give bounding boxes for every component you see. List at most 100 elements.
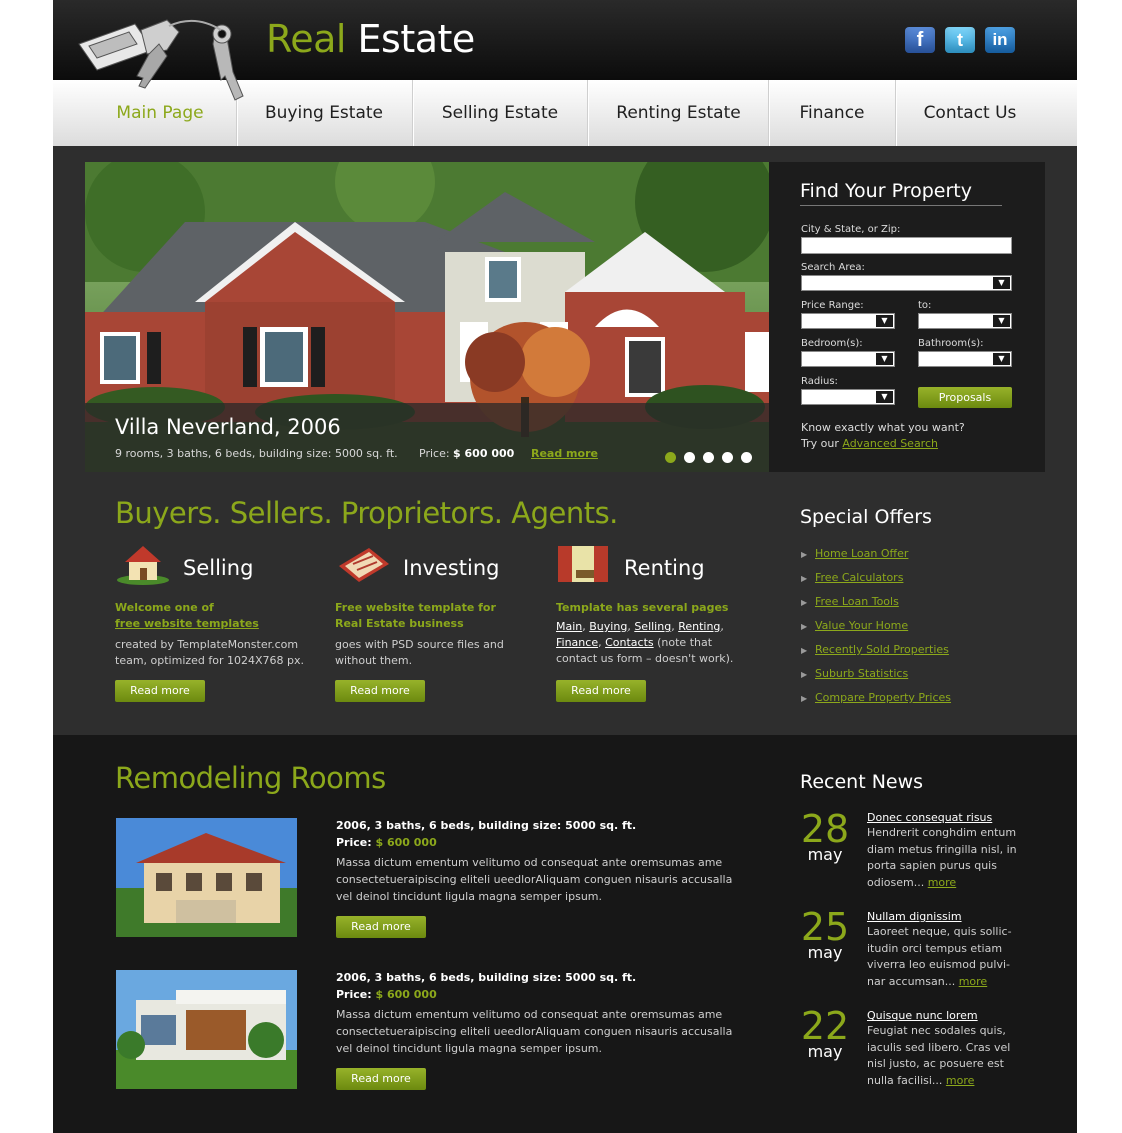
bathroom-select[interactable]: ▼ (918, 351, 1012, 367)
news-3-headline[interactable]: Quisque nunc lorem (867, 1009, 978, 1022)
chevron-down-icon: ▼ (876, 391, 893, 403)
read-more-button[interactable]: Read more (336, 1068, 426, 1090)
offer-label: Free Calculators (815, 571, 904, 584)
room-1-text: Massa dictum ementum velitumo od consequ… (336, 856, 733, 903)
feature-investing-lead: Free website template for Real Estate bu… (335, 600, 535, 632)
slider-dot[interactable] (703, 452, 715, 463)
search-area-select[interactable]: ▼ (801, 275, 1012, 291)
news-1-month: may (807, 845, 843, 864)
read-more-button[interactable]: Read more (336, 916, 426, 938)
page: Real Estate f t in Main Page Buying Esta… (53, 0, 1077, 1133)
twitter-icon[interactable]: t (945, 27, 975, 53)
chevron-down-icon: ▼ (876, 353, 893, 365)
news-3-month: may (807, 1042, 843, 1061)
offer-link[interactable]: ▶ Value Your Home (801, 619, 908, 632)
nav-contact-us[interactable]: Contact Us (896, 80, 1044, 146)
link-finance[interactable]: Finance (556, 636, 598, 649)
offer-link[interactable]: ▶ Free Calculators (801, 571, 903, 584)
radius-select[interactable]: ▼ (801, 389, 895, 405)
news-3-text: Feugiat nec sodales quis, iaculis sed li… (867, 1023, 1019, 1089)
slider-dot[interactable] (684, 452, 696, 463)
offer-label: Value Your Home (815, 619, 909, 632)
logo-word-estate: Estate (357, 17, 476, 61)
free-templates-link[interactable]: free website templates (115, 617, 259, 630)
logo-text[interactable]: Real Estate (266, 14, 475, 64)
hint-line-2: Try our Advanced Search (801, 436, 965, 452)
read-more-button[interactable]: Read more (115, 680, 205, 702)
link-contacts[interactable]: Contacts (605, 636, 654, 649)
room-1-price-value: $ 600 000 (375, 836, 437, 849)
room-2-price-label: Price: (336, 988, 372, 1001)
link-main[interactable]: Main (556, 620, 582, 633)
link-renting[interactable]: Renting (678, 620, 720, 633)
nav-buying-estate[interactable]: Buying Estate (237, 80, 411, 146)
nav-renting-estate[interactable]: Renting Estate (588, 80, 769, 146)
hint-line-1: Know exactly what you want? (801, 421, 965, 434)
room-image-1[interactable] (116, 818, 297, 937)
search-title: Find Your Property (800, 180, 1002, 206)
hero-read-more-link[interactable]: Read more (531, 447, 598, 460)
news-2-headline[interactable]: Nullam dignissim (867, 910, 962, 923)
radius-label: Radius: (801, 376, 838, 387)
keys-logo-icon (78, 19, 244, 101)
news-1-text: Hendrerit conghdim entum diam metus frin… (867, 825, 1019, 891)
feature-investing-lead-2: Real Estate business (335, 617, 464, 630)
feature-selling-lead: Welcome one of free website templates (115, 600, 315, 632)
advanced-search-link[interactable]: Advanced Search (842, 437, 938, 450)
room-2-text: Massa dictum ementum velitumo od consequ… (336, 1008, 733, 1055)
news-1-more-link[interactable]: more (928, 876, 957, 889)
price-min-select[interactable]: ▼ (801, 313, 895, 329)
link-buying[interactable]: Buying (589, 620, 627, 633)
room-2-price-value: $ 600 000 (375, 988, 437, 1001)
news-2-body: Laoreet neque, quis sollic-itudin orci t… (867, 925, 1012, 988)
bedroom-select[interactable]: ▼ (801, 351, 895, 367)
logo-word-real: Real (266, 17, 346, 61)
feature-renting-body: Main, Buying, Selling, Renting, Finance,… (556, 620, 734, 665)
proposals-button[interactable]: Proposals (918, 387, 1012, 408)
slider-dots (665, 448, 755, 467)
news-2-text: Laoreet neque, quis sollic-itudin orci t… (867, 924, 1019, 990)
bathroom-label: Bathroom(s): (918, 338, 984, 349)
feature-selling-title: Selling (183, 556, 254, 580)
bullet-icon: ▶ (801, 694, 808, 703)
offer-link[interactable]: ▶ Suburb Statistics (801, 667, 908, 680)
property-search-panel: Find Your Property City & State, or Zip:… (769, 162, 1045, 472)
bullet-icon: ▶ (801, 550, 808, 559)
offer-label: Compare Property Prices (815, 691, 952, 704)
bedroom-label: Bedroom(s): (801, 338, 863, 349)
news-2-more-link[interactable]: more (959, 975, 988, 988)
slider-dot[interactable] (665, 452, 676, 463)
slider-dot[interactable] (722, 452, 734, 463)
city-input[interactable] (801, 237, 1012, 254)
room-image-2[interactable] (116, 970, 297, 1089)
bullet-icon: ▶ (801, 574, 808, 583)
bullet-icon: ▶ (801, 646, 808, 655)
offer-link[interactable]: ▶ Free Loan Tools (801, 595, 899, 608)
slider-dot[interactable] (741, 452, 753, 463)
offer-link[interactable]: ▶ Compare Property Prices (801, 691, 951, 704)
hero-slider: Villa Neverland, 2006 9 rooms, 3 baths, … (85, 162, 769, 472)
hero-price-value: $ 600 000 (453, 447, 515, 460)
linkedin-icon[interactable]: in (985, 27, 1015, 53)
nav-finance[interactable]: Finance (769, 80, 895, 146)
feature-renting-title: Renting (624, 556, 705, 580)
news-1-headline[interactable]: Donec consequat risus (867, 811, 992, 824)
tagline: Buyers. Sellers. Proprietors. Agents. (115, 496, 618, 530)
price-max-select[interactable]: ▼ (918, 313, 1012, 329)
link-selling[interactable]: Selling (634, 620, 671, 633)
offer-link[interactable]: ▶ Home Loan Offer (801, 547, 908, 560)
bullet-icon: ▶ (801, 622, 808, 631)
nav-selling-estate[interactable]: Selling Estate (413, 80, 587, 146)
news-3-more-link[interactable]: more (946, 1074, 975, 1087)
chevron-down-icon: ▼ (876, 315, 893, 327)
read-more-button[interactable]: Read more (556, 680, 646, 702)
offer-link[interactable]: ▶ Recently Sold Properties (801, 643, 949, 656)
hero-price: Price: $ 600 000 (419, 447, 514, 460)
feature-renting-lead: Template has several pages (556, 601, 729, 614)
chevron-down-icon: ▼ (993, 315, 1010, 327)
header: Real Estate f t in (53, 0, 1077, 101)
facebook-icon[interactable]: f (905, 27, 935, 53)
city-label: City & State, or Zip: (801, 224, 901, 235)
hero-caption: Villa Neverland, 2006 9 rooms, 3 baths, … (85, 403, 769, 472)
read-more-button[interactable]: Read more (335, 680, 425, 702)
